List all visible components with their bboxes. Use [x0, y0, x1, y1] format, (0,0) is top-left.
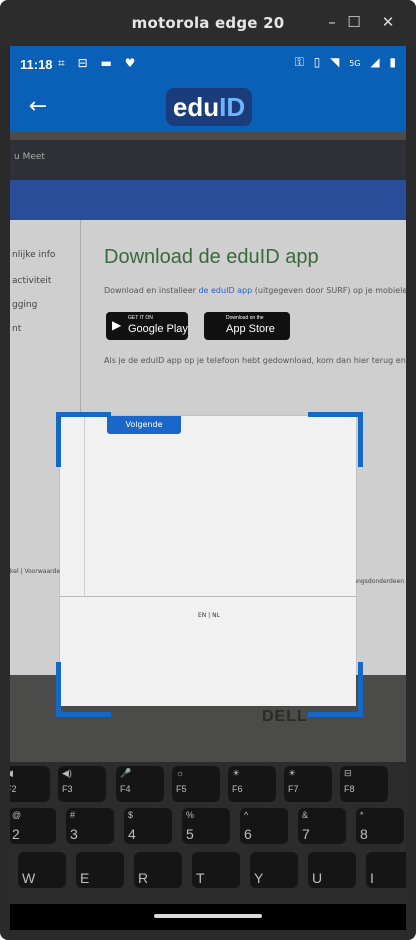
apple-big-text: App Store: [226, 323, 275, 335]
logo-id-text: ID: [219, 92, 246, 122]
google-big-text: Google Play: [128, 323, 188, 335]
shield-icon: ♥: [124, 56, 136, 70]
volgende-button-in-photo: Volgende: [107, 416, 181, 434]
play-icon: ▶: [112, 318, 122, 332]
home-gesture-handle[interactable]: [154, 914, 262, 918]
keyboard-key: % 5: [182, 808, 230, 844]
status-time: 11:18: [20, 57, 53, 72]
keyboard-key: * 8: [356, 808, 404, 844]
vibrate-icon: ▯: [313, 55, 321, 69]
keyboard-key: ◀) F3: [58, 766, 106, 802]
website-after-text: Als je de eduID app op je telefoon hebt …: [104, 356, 406, 365]
maximize-button[interactable]: ☐: [344, 12, 364, 32]
sidebar-item: activiteit: [12, 276, 52, 286]
keyboard-key: I: [366, 852, 406, 888]
message-icon: ▬: [100, 56, 112, 70]
laptop-keyboard: ◀F2 ◀)F3 🎤F4 ☼F5 ☀F6 ☀F7 ⊟F8 @2 #3 $4 %5…: [10, 762, 406, 904]
keyboard-key: #3: [66, 808, 114, 844]
keyboard-key: ☀ F7: [284, 766, 332, 802]
scanner-corner-top-right: [308, 412, 363, 467]
keyboard-key: @2: [10, 808, 56, 844]
page-footer-line: [60, 596, 356, 597]
google-small-text: GET IT ON: [128, 315, 153, 321]
scanner-corner-top-left: [56, 412, 111, 467]
eduid-logo: eduID: [166, 88, 252, 126]
minimize-button[interactable]: –: [322, 12, 342, 32]
subtext-before: Download en installeer: [104, 286, 199, 295]
logo-edu-text: edu: [172, 92, 220, 122]
apple-small-text: Download on the: [226, 315, 264, 321]
google-play-badge: ▶ GET IT ON Google Play: [106, 312, 188, 340]
battery-icon: ▮: [389, 55, 396, 69]
sidebar-item: gging: [12, 300, 38, 310]
emulator-window: motorola edge 20 – ☐ ✕ 11:18 ⌗ ⊟ ▬ ♥ ⚿ ▯…: [0, 0, 416, 940]
keyboard-key: $4: [124, 808, 172, 844]
close-button[interactable]: ✕: [378, 12, 398, 32]
sim-icon: ⊟: [77, 56, 88, 70]
key-icon: ⚿: [294, 55, 304, 69]
keyboard-key: E: [76, 852, 124, 888]
scanner-corner-bottom-left: [56, 662, 111, 717]
keyboard-key: ◀F2: [10, 766, 50, 802]
status-bar: 11:18 ⌗ ⊟ ▬ ♥ ⚿ ▯ ◥ 5G ◢ ▮: [10, 46, 406, 84]
keyboard-key: 🎤 F4: [116, 766, 164, 802]
language-switch-in-photo: EN | NL: [198, 612, 220, 619]
system-icons: ⚿ ▯ ◥ 5G ◢ ▮: [289, 55, 396, 70]
back-arrow-icon[interactable]: ←: [24, 94, 52, 122]
subtext-link: de eduID app: [198, 286, 253, 295]
keyboard-key: R: [134, 852, 182, 888]
browser-tabbar: u Meet: [10, 140, 406, 180]
signal-icon: ◢: [370, 55, 380, 69]
keyboard-key: ^ 6: [240, 808, 288, 844]
camera-preview: u Meet nlijke info activiteit gging nt D…: [10, 132, 406, 904]
keyboard-key: T: [192, 852, 240, 888]
page-header-band: [10, 180, 406, 220]
network-5g-label: 5G: [349, 59, 361, 68]
sidebar-item: nt: [12, 324, 22, 334]
browser-tab-label: u Meet: [14, 152, 45, 162]
website-footer-links: kel | Voorwaarden: [10, 568, 64, 575]
subtext-after: (uitgegeven door SURF) op je mobiele app…: [254, 286, 406, 295]
notification-icons: ⌗ ⊟ ▬ ♥: [58, 56, 144, 71]
wifi-icon: ◥: [330, 55, 340, 69]
gesture-nav-bar: [10, 904, 406, 930]
grid-icon: ⌗: [58, 56, 65, 70]
scanner-corner-bottom-right: [308, 662, 363, 717]
keyboard-key: W: [18, 852, 66, 888]
app-store-badge: Download on the App Store: [204, 312, 290, 340]
app-bar: ← eduID: [10, 84, 406, 132]
dell-logo: DELL: [262, 708, 308, 725]
sidebar-item: nlijke info: [12, 250, 56, 260]
website-heading: Download de eduID app: [104, 246, 319, 268]
keyboard-key: U: [308, 852, 356, 888]
keyboard-key: ☼ F5: [172, 766, 220, 802]
website-subtext: Download en installeer de eduID app (uit…: [104, 286, 406, 295]
phone-screen: 11:18 ⌗ ⊟ ▬ ♥ ⚿ ▯ ◥ 5G ◢ ▮ ← eduID u Mee…: [10, 46, 406, 930]
keyboard-key: & 7: [298, 808, 346, 844]
keyboard-key: Y: [250, 852, 298, 888]
title-bar: motorola edge 20 – ☐ ✕: [0, 0, 416, 46]
keyboard-key: ☀ F6: [228, 766, 276, 802]
keyboard-key: ⊟ F8: [340, 766, 388, 802]
website-footer-right: Rangsdonderdeen: [349, 578, 404, 585]
